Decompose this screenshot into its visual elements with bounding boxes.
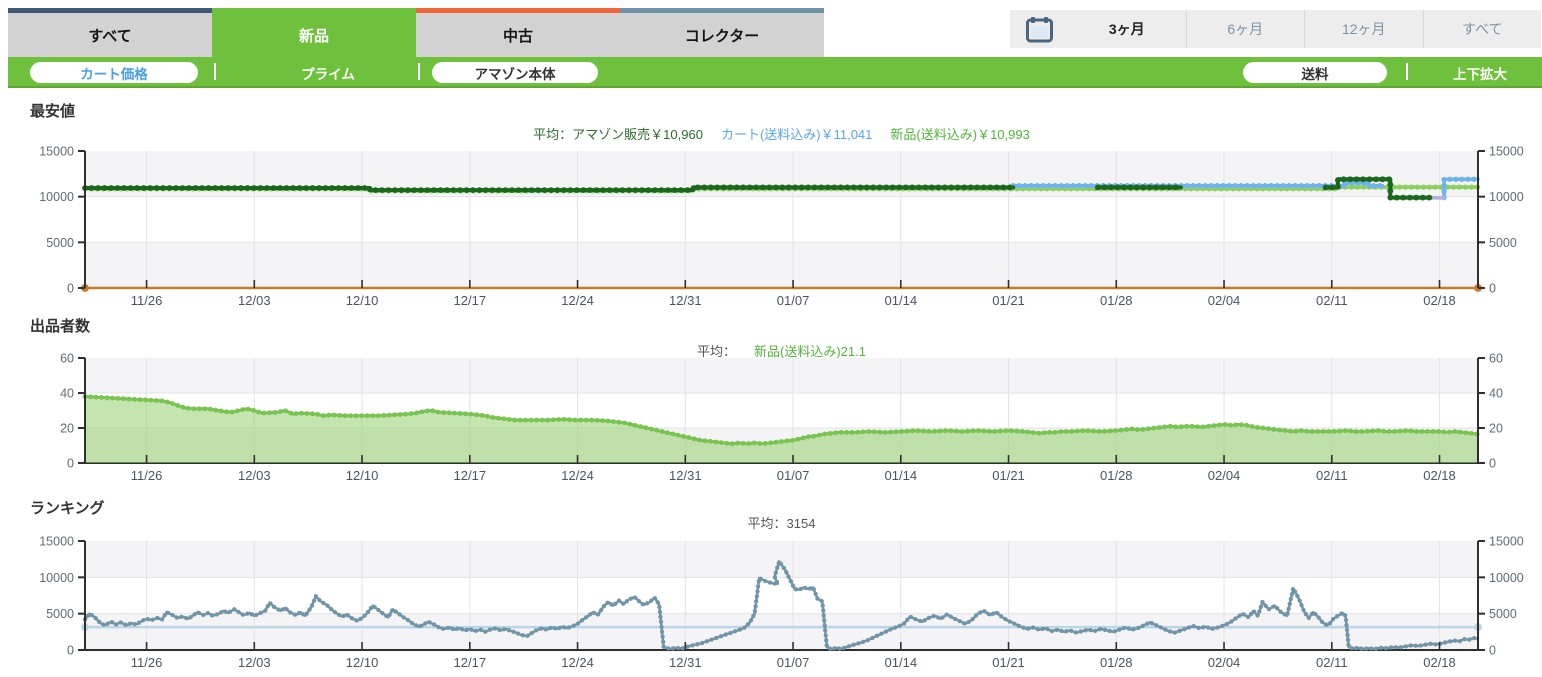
chart-seller-count: [78, 357, 1485, 464]
svg-text:01/28: 01/28: [1100, 655, 1133, 670]
svg-text:12/17: 12/17: [454, 468, 487, 483]
svg-text:10000: 10000: [1489, 190, 1524, 204]
svg-text:15000: 15000: [39, 145, 74, 159]
svg-text:0: 0: [1489, 282, 1496, 296]
svg-text:5000: 5000: [1489, 236, 1517, 250]
svg-text:11/26: 11/26: [131, 468, 163, 483]
svg-text:0: 0: [67, 644, 74, 658]
svg-text:0: 0: [67, 282, 74, 296]
svg-text:12/10: 12/10: [346, 655, 379, 670]
svg-text:01/07: 01/07: [777, 293, 810, 308]
svg-text:20: 20: [1489, 422, 1503, 436]
svg-text:01/21: 01/21: [992, 293, 1025, 308]
svg-text:11/26: 11/26: [131, 655, 163, 670]
svg-text:01/21: 01/21: [992, 468, 1025, 483]
svg-text:12/17: 12/17: [454, 655, 487, 670]
svg-text:11/26: 11/26: [131, 293, 163, 308]
svg-text:12/10: 12/10: [346, 293, 379, 308]
svg-text:40: 40: [1489, 387, 1503, 401]
svg-text:01/14: 01/14: [885, 468, 918, 483]
svg-text:5000: 5000: [46, 607, 74, 621]
chart-ranking: [78, 540, 1485, 652]
svg-text:12/24: 12/24: [561, 468, 594, 483]
svg-text:20: 20: [60, 422, 74, 436]
svg-text:12/10: 12/10: [346, 468, 379, 483]
svg-text:02/04: 02/04: [1208, 655, 1241, 670]
svg-text:40: 40: [60, 387, 74, 401]
chart-lowest-price: [78, 150, 1485, 292]
svg-text:01/14: 01/14: [885, 293, 918, 308]
svg-text:12/03: 12/03: [238, 468, 271, 483]
svg-text:5000: 5000: [1489, 607, 1517, 621]
svg-text:02/11: 02/11: [1316, 468, 1348, 483]
svg-text:15000: 15000: [39, 535, 74, 549]
svg-text:02/04: 02/04: [1208, 468, 1241, 483]
svg-text:12/03: 12/03: [238, 655, 271, 670]
svg-text:01/14: 01/14: [885, 655, 918, 670]
svg-text:12/31: 12/31: [669, 468, 702, 483]
svg-text:01/28: 01/28: [1100, 468, 1133, 483]
svg-text:01/07: 01/07: [777, 655, 810, 670]
svg-text:15000: 15000: [1489, 535, 1524, 549]
svg-text:12/31: 12/31: [669, 293, 702, 308]
svg-text:02/18: 02/18: [1423, 293, 1456, 308]
svg-text:02/11: 02/11: [1316, 293, 1348, 308]
svg-text:0: 0: [1489, 457, 1496, 471]
svg-text:12/31: 12/31: [669, 655, 702, 670]
svg-text:02/18: 02/18: [1423, 468, 1456, 483]
svg-text:10000: 10000: [1489, 571, 1524, 585]
svg-text:0: 0: [67, 457, 74, 471]
svg-text:12/24: 12/24: [561, 293, 594, 308]
svg-text:60: 60: [60, 352, 74, 366]
svg-text:12/03: 12/03: [238, 293, 271, 308]
svg-text:15000: 15000: [1489, 145, 1524, 159]
svg-text:02/18: 02/18: [1423, 655, 1456, 670]
svg-text:12/24: 12/24: [561, 655, 594, 670]
svg-text:5000: 5000: [46, 236, 74, 250]
svg-text:10000: 10000: [39, 190, 74, 204]
svg-text:02/04: 02/04: [1208, 293, 1241, 308]
svg-text:01/21: 01/21: [992, 655, 1025, 670]
svg-text:01/28: 01/28: [1100, 293, 1133, 308]
svg-text:0: 0: [1489, 644, 1496, 658]
svg-text:01/07: 01/07: [777, 468, 810, 483]
price-history-charts: 0 0 5000 5000 10000 10000 15000 15000 11/26 12/03…: [39, 145, 1524, 671]
svg-text:02/11: 02/11: [1316, 655, 1348, 670]
svg-text:10000: 10000: [39, 571, 74, 585]
svg-text:60: 60: [1489, 352, 1503, 366]
svg-text:12/17: 12/17: [454, 293, 487, 308]
